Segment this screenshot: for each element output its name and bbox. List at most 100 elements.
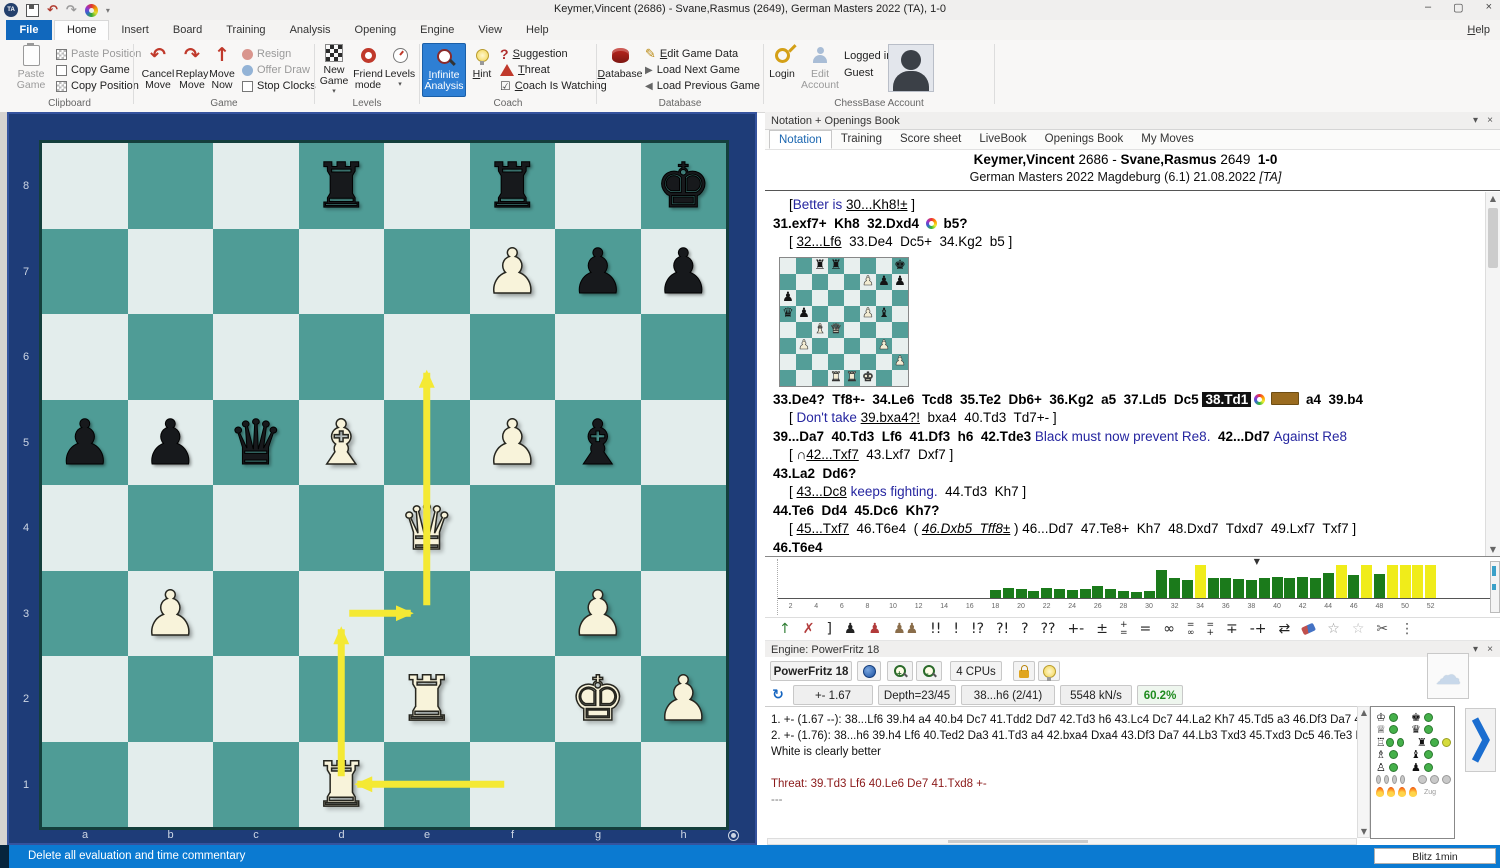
board-square[interactable] (128, 485, 214, 571)
edit-game-data-item[interactable]: ✎Edit Game Data (645, 46, 760, 62)
tab-file[interactable]: File (6, 20, 52, 40)
pawn-pair-icon[interactable]: ♟♟ (893, 619, 918, 639)
coach-is-watching-item[interactable]: ☑Coach Is Watching (500, 78, 607, 94)
notation-tab-score-sheet[interactable]: Score sheet (891, 130, 970, 149)
star-special-icon[interactable]: ☆ (1352, 619, 1365, 639)
suggestion-item[interactable]: ?Suggestion (500, 46, 607, 62)
move-arrow-icon[interactable]: ↑ (779, 619, 791, 639)
engine-scrollbar-vertical[interactable]: ▲ ▼ (1357, 706, 1370, 838)
checked-checkbox-icon[interactable]: ☑ (500, 79, 511, 93)
board-square[interactable] (213, 656, 299, 742)
engine-hint-button[interactable] (1038, 661, 1060, 681)
paste-position-item[interactable]: Paste Position (56, 46, 141, 62)
chess-piece[interactable]: ♟ (641, 229, 727, 315)
eval-bar[interactable] (1272, 577, 1283, 598)
eval-bar[interactable] (1195, 565, 1206, 598)
board-square[interactable] (641, 485, 727, 571)
move-text[interactable]: 30...Kh8!± (846, 197, 907, 212)
eval-bar[interactable] (1233, 579, 1244, 598)
more-icon[interactable]: ▾ (106, 6, 110, 15)
refresh-button[interactable]: ↻ (768, 685, 788, 705)
board-square[interactable] (128, 143, 214, 229)
board-square[interactable] (42, 742, 128, 828)
notation-tab-my-moves[interactable]: My Moves (1132, 130, 1202, 149)
board-square[interactable] (42, 229, 128, 315)
move-text[interactable]: b5? (940, 216, 968, 231)
friend-mode-button[interactable]: Friend mode (351, 43, 385, 95)
minimize-button[interactable]: – (1425, 1, 1431, 14)
board-square[interactable] (384, 571, 470, 657)
zoom-out-button[interactable]: - (916, 661, 942, 681)
tab-engine[interactable]: Engine (408, 20, 466, 40)
board-square[interactable] (470, 742, 556, 828)
chess-piece[interactable]: ♛ (384, 485, 470, 571)
board-square[interactable] (641, 314, 727, 400)
eval-bar[interactable] (1003, 588, 1014, 598)
chess-board[interactable]: ♜♜♚♟♟♟♟♟♛♝♟♝♛♟♟♜♚♟♜ (42, 143, 726, 827)
board-square[interactable] (213, 742, 299, 828)
eval-bar[interactable] (1156, 570, 1167, 598)
white-player-name[interactable]: Keymer,Vincent (974, 152, 1075, 167)
paste-game-button[interactable]: Paste Game (9, 43, 53, 95)
unclear-icon[interactable]: ∞ (1163, 619, 1175, 639)
eval-bar[interactable] (1284, 578, 1295, 598)
move-text[interactable]: 42...Txf7 (806, 447, 859, 462)
move-text[interactable]: [ (789, 484, 797, 499)
tab-view[interactable]: View (466, 20, 514, 40)
move-text[interactable]: [ (789, 410, 797, 425)
redo-icon[interactable]: ↷ (66, 4, 77, 17)
chess-piece[interactable]: ♟ (555, 229, 641, 315)
move-text[interactable]: 42...Dd7 (1210, 429, 1273, 444)
eval-bar[interactable] (1400, 565, 1411, 598)
clock-mode-badge[interactable]: Blitz 1min (1374, 848, 1496, 864)
medal-icon[interactable] (1271, 392, 1299, 405)
dubious-icon[interactable]: ?! (996, 619, 1009, 639)
eval-bar[interactable] (1387, 565, 1398, 598)
eval-bar[interactable] (1067, 590, 1078, 598)
move-list[interactable]: [Better is 30...Kh8!± ]31.exf7+ Kh8 32.D… (765, 192, 1486, 556)
board-square[interactable] (641, 571, 727, 657)
move-text[interactable]: ] (908, 197, 916, 212)
board-square[interactable] (299, 656, 385, 742)
chess-piece[interactable]: ♝ (555, 400, 641, 486)
move-text[interactable]: [ ∩ (789, 447, 806, 462)
chess-piece[interactable]: ♚ (555, 656, 641, 742)
chess-piece[interactable]: ♜ (470, 143, 556, 229)
board-square[interactable] (213, 571, 299, 657)
database-button[interactable]: Database (599, 43, 641, 95)
board-square[interactable] (299, 229, 385, 315)
resign-item[interactable]: Resign (242, 46, 316, 62)
eval-bar[interactable] (1425, 565, 1436, 598)
move-text[interactable]: 38.Td1 (1202, 392, 1251, 407)
board-square[interactable] (213, 143, 299, 229)
board-square[interactable] (384, 143, 470, 229)
move-text[interactable]: 39.bxa4?! (861, 410, 920, 425)
black-winning-icon[interactable]: -+ (1250, 619, 1267, 639)
board-square[interactable] (299, 571, 385, 657)
tab-help[interactable]: Help (514, 20, 561, 40)
counterplay-icon[interactable]: ⇄ (1279, 619, 1291, 639)
scroll-down-icon[interactable]: ▼ (1357, 827, 1371, 836)
equal-icon[interactable]: = (1140, 619, 1152, 639)
scroll-thumb[interactable] (1488, 208, 1498, 268)
panel-close-icon[interactable]: × (1487, 112, 1493, 130)
good-move-icon[interactable]: ! (953, 619, 959, 639)
delete-annotation-icon[interactable]: ✗ (803, 619, 815, 639)
tab-home[interactable]: Home (54, 20, 109, 40)
tab-analysis[interactable]: Analysis (278, 20, 343, 40)
copy-position-item[interactable]: Copy Position (56, 78, 141, 94)
board-square[interactable] (42, 656, 128, 742)
board-square[interactable] (470, 314, 556, 400)
mistake-icon[interactable]: ? (1021, 619, 1028, 639)
restore-button[interactable]: ▢ (1453, 1, 1463, 14)
move-text[interactable]: 43.Lxf7 Dxf7 ] (859, 447, 954, 462)
move-text[interactable]: 39...Da7 40.Td3 Lf6 41.Df3 h6 42.Tde3 (773, 429, 1035, 444)
board-square[interactable] (42, 314, 128, 400)
notation-panel-header[interactable]: Notation + Openings Book ▾ × (765, 112, 1500, 130)
board-square[interactable] (470, 485, 556, 571)
copy-game-item[interactable]: Copy Game (56, 62, 141, 78)
notation-tab-training[interactable]: Training (832, 130, 891, 149)
cloud-engine-button[interactable]: ☁ (1427, 653, 1469, 699)
move-text[interactable]: 46.T6e4 (773, 540, 823, 555)
move-text[interactable]: 46.T6e4 ( (849, 521, 922, 536)
